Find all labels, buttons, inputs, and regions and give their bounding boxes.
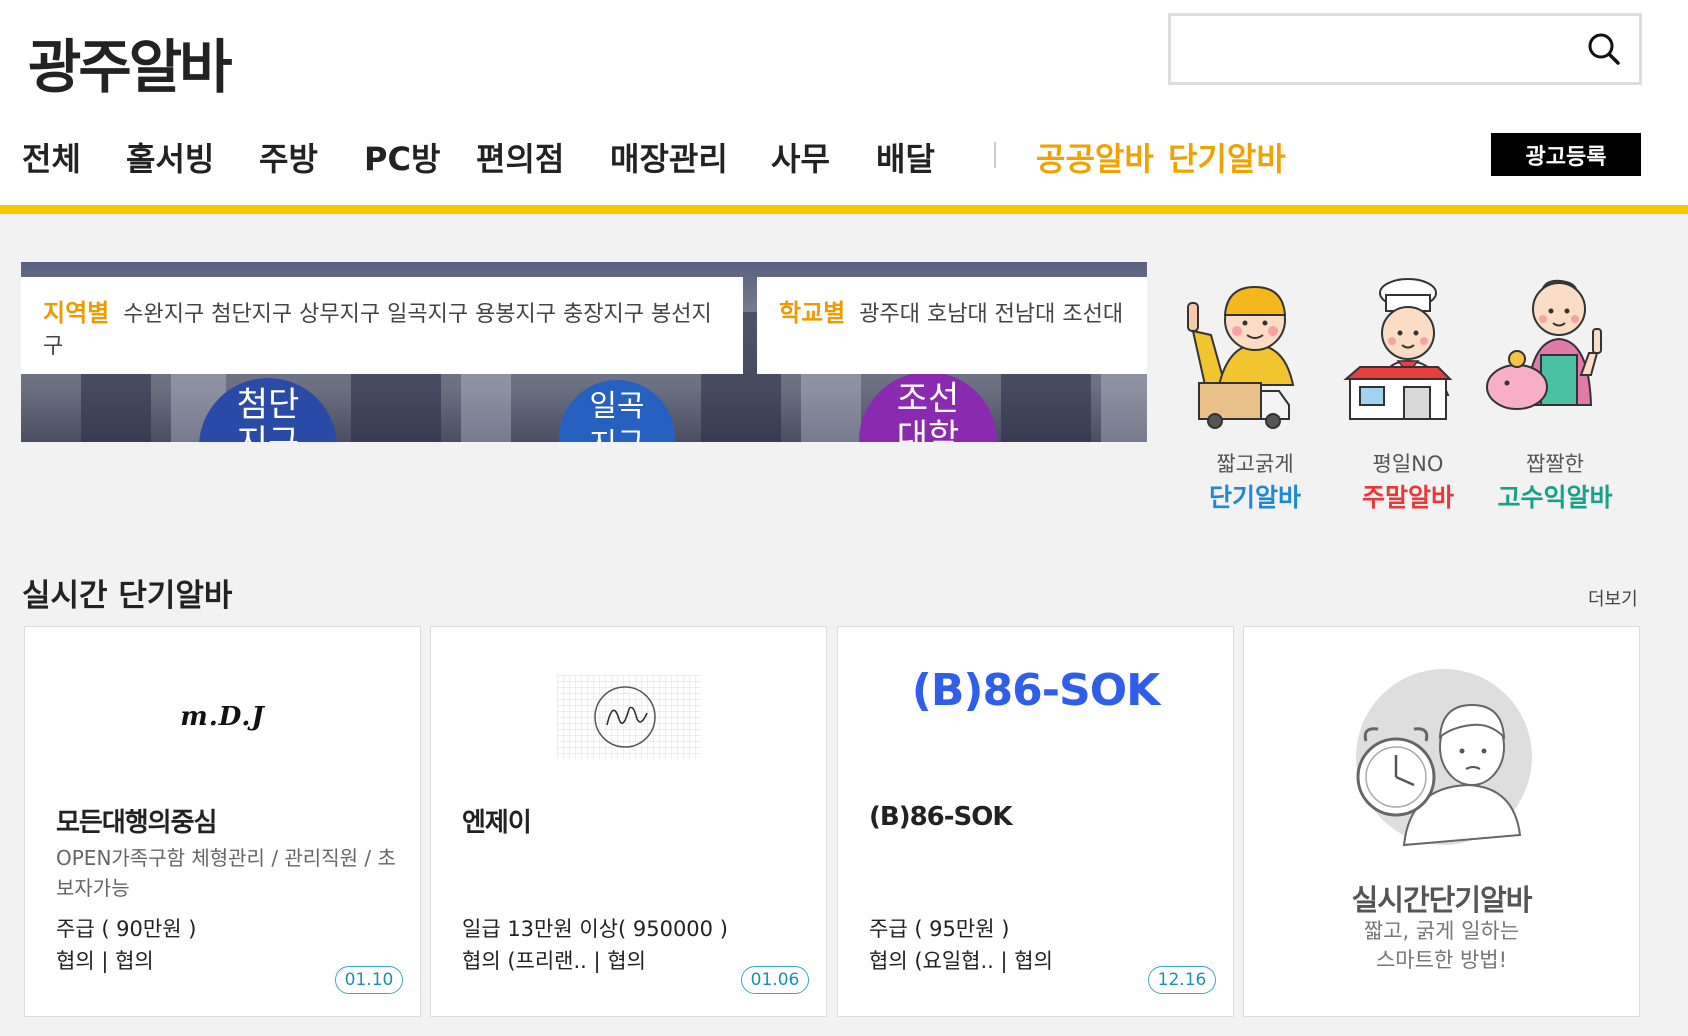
nav-item-short-term-job[interactable]: 단기알바 <box>1168 134 1286 180</box>
nav-item-convenience-store[interactable]: 편의점 <box>476 134 564 180</box>
nav-item-hall-serving[interactable]: 홀서빙 <box>126 134 214 180</box>
nav-item-store-management[interactable]: 매장관리 <box>610 134 728 180</box>
posted-date-badge: 01.06 <box>741 966 809 994</box>
promo-weekend-line1: 평일NO <box>1372 452 1444 476</box>
circle-chosun[interactable]: 조선 대학 <box>859 372 997 442</box>
posted-date-badge: 12.16 <box>1148 966 1216 994</box>
nav-item-all[interactable]: 전체 <box>22 134 81 180</box>
promo-card-subtitle: 짧고, 굵게 일하는 스마트한 방법! <box>1244 917 1639 975</box>
promo-card-title: 실시간단기알바 <box>1351 883 1533 917</box>
promo-card-line2: 스마트한 방법! <box>1375 948 1507 972</box>
job-card[interactable]: (B)86-SOK (B)86-SOK 주급 ( 95만원 ) 협의 (요일협.… <box>837 626 1234 1017</box>
promo-high-income-line1: 짭짤한 <box>1526 452 1584 476</box>
piggy-bank-worker-illustration <box>1486 279 1602 410</box>
promo-short-term-line1: 짧고굵게 <box>1216 452 1294 476</box>
promo-short-term-line2: 단기알바 <box>1208 483 1301 512</box>
job-card[interactable]: m.D.J 모든대행의중심 OPEN가족구함 체형관리 / 관리직원 / 초보자… <box>24 626 421 1017</box>
nav-item-delivery[interactable]: 배달 <box>876 134 935 180</box>
nav-divider <box>994 142 996 168</box>
search-icon[interactable] <box>1587 32 1621 66</box>
circle-ilgok[interactable]: 일곡지구 <box>559 380 675 442</box>
promo-short-term[interactable]: 짧고굵게 단기알바 <box>1185 275 1325 515</box>
promo-high-income[interactable]: 짭짤한 고수익알바 <box>1485 275 1625 515</box>
school-filter-title: 학교별 <box>779 299 846 327</box>
promo-weekend-line2: 주말알바 <box>1361 483 1454 512</box>
promo-weekend[interactable]: 평일NO 주말알바 <box>1338 275 1478 515</box>
chef-illustration <box>1343 278 1453 420</box>
company-logo: m.D.J <box>25 647 420 787</box>
company-name: (B)86-SOK <box>869 802 1013 832</box>
job-card[interactable]: 엔제이 일급 13만원 이상( 950000 ) 협의 (프리랜.. | 협의 … <box>430 626 827 1017</box>
promo-high-income-line2: 고수익알바 <box>1497 483 1613 512</box>
register-ad-button[interactable]: 광고등록 <box>1491 133 1641 176</box>
short-term-promo-card[interactable]: 실시간단기알바 짧고, 굵게 일하는 스마트한 방법! <box>1243 626 1640 1017</box>
company-logo-text: (B)86-SOK <box>911 665 1160 716</box>
region-filter-links[interactable]: 수완지구 첨단지구 상무지구 일곡지구 용봉지구 충장지구 봉선지구 <box>43 302 712 359</box>
job-location: 협의 (요일협.. | 협의 <box>869 949 1053 973</box>
section-title: 실시간 단기알바 <box>22 578 233 614</box>
job-location: 협의 (프리랜.. | 협의 <box>462 949 646 973</box>
region-filter: 지역별 수완지구 첨단지구 상무지구 일곡지구 용봉지구 충장지구 봉선지구 <box>21 277 743 374</box>
posted-date-badge: 01.10 <box>335 966 403 994</box>
job-pay: 주급 ( 95만원 ) <box>869 917 1010 941</box>
nav-item-public-job[interactable]: 공공알바 <box>1036 134 1154 180</box>
company-logo: (B)86-SOK <box>838 647 1233 787</box>
nav-item-kitchen[interactable]: 주방 <box>259 134 318 180</box>
nav-item-pc-room[interactable]: PC방 <box>364 134 440 180</box>
more-link[interactable]: 더보기 <box>1588 585 1638 611</box>
region-filter-title: 지역별 <box>43 299 110 327</box>
clock-person-illustration <box>1356 669 1532 847</box>
job-description: OPEN가족구함 체형관리 / 관리직원 / 초보자가능 <box>56 846 396 900</box>
nav-item-office[interactable]: 사무 <box>771 134 830 180</box>
site-header: 광주알바 전체 홀서빙 주방 PC방 편의점 매장관리 사무 배달 공공알바 단… <box>0 0 1688 214</box>
job-pay: 주급 ( 90만원 ) <box>56 917 197 941</box>
school-filter-links[interactable]: 광주대 호남대 전남대 조선대 <box>859 302 1123 327</box>
company-logo-text: m.D.J <box>180 702 265 732</box>
delivery-worker-illustration <box>1187 285 1295 429</box>
area-banner: 첨단지구 일곡지구 조선대학 지역별수완지구 첨단지구 상무지구 일곡지구 용봉… <box>21 262 1147 442</box>
school-filter: 학교별 광주대 호남대 전남대 조선대 <box>757 277 1147 374</box>
search-box[interactable] <box>1168 13 1642 85</box>
company-logo <box>431 647 826 787</box>
job-pay: 일급 13만원 이상( 950000 ) <box>462 917 728 941</box>
signature-logo-icon <box>556 675 701 759</box>
company-name: 모든대행의중심 <box>56 808 217 838</box>
job-location: 협의 | 협의 <box>56 949 154 973</box>
promo-card-line1: 짧고, 굵게 일하는 <box>1363 919 1520 943</box>
company-name: 엔제이 <box>462 808 532 838</box>
site-logo[interactable]: 광주알바 <box>28 20 232 104</box>
main-nav: 전체 홀서빙 주방 PC방 편의점 매장관리 사무 배달 공공알바 단기알바 <box>0 134 1688 184</box>
